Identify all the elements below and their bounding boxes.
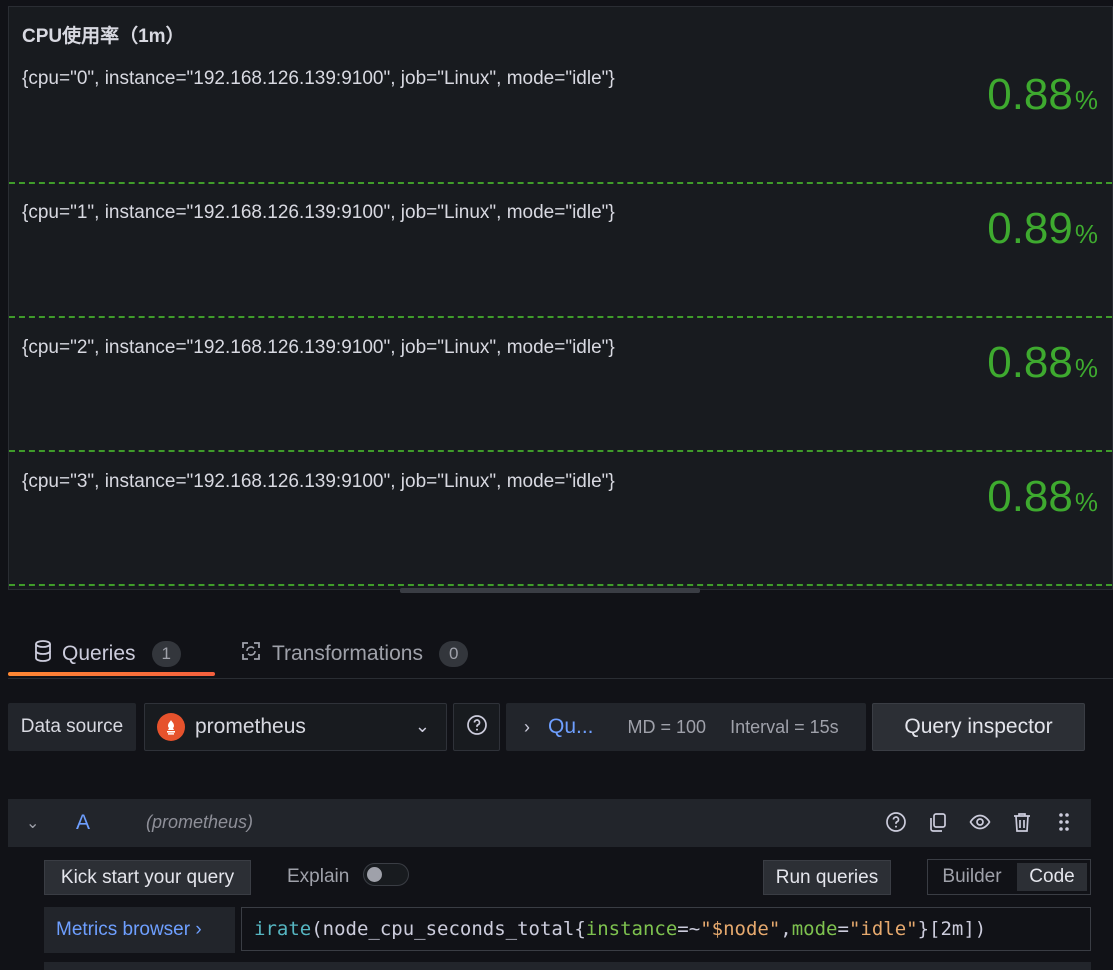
stat-value: 0.88% [987, 338, 1098, 387]
transformations-count-badge: 0 [438, 641, 469, 667]
panel-resize-handle[interactable] [400, 588, 700, 593]
chevron-down-icon: ⌄ [414, 716, 430, 736]
series-label: {cpu="3", instance="192.168.126.139:9100… [22, 471, 615, 492]
metrics-browser-button[interactable]: Metrics browser › [44, 907, 235, 953]
explain-label: Explain [287, 866, 350, 887]
query-ref-id[interactable]: A [76, 811, 90, 835]
explain-toggle[interactable] [363, 863, 409, 886]
stat-row: {cpu="0", instance="192.168.126.139:9100… [9, 50, 1112, 184]
series-label: {cpu="2", instance="192.168.126.139:9100… [22, 337, 615, 358]
help-icon[interactable] [885, 811, 907, 833]
query-options-toggle[interactable]: › Qu... MD = 100 Interval = 15s [506, 703, 866, 751]
code-mode-button[interactable]: Code [1017, 863, 1087, 891]
query-expression-input[interactable]: irate(node_cpu_seconds_total{instance =~ "… [241, 907, 1091, 951]
builder-mode-button[interactable]: Builder [931, 863, 1013, 891]
query-row-header: ⌄ A (prometheus) [8, 799, 1091, 847]
database-icon [34, 640, 52, 668]
editor-tabs: Queries 1 Transformations 0 [8, 630, 1113, 679]
tab-queries-label: Queries [62, 642, 136, 665]
datasource-label: Data source [8, 703, 136, 751]
trash-icon[interactable] [1011, 811, 1033, 833]
editor-bottom-strip [44, 962, 1091, 970]
stat-value: 0.88% [987, 70, 1098, 119]
query-datasource-name: (prometheus) [146, 812, 254, 832]
chevron-right-icon: › [524, 716, 530, 737]
series-label: {cpu="0", instance="192.168.126.139:9100… [22, 68, 615, 89]
tab-transformations[interactable]: Transformations 0 [240, 630, 469, 678]
datasource-name: prometheus [195, 715, 306, 738]
stat-row: {cpu="3", instance="192.168.126.139:9100… [9, 452, 1112, 586]
collapse-chevron-icon[interactable]: ⌄ [26, 813, 39, 833]
queries-count-badge: 1 [151, 641, 181, 667]
datasource-help-button[interactable] [453, 703, 500, 751]
query-options-label: Qu... [548, 715, 594, 738]
tab-queries[interactable]: Queries 1 [34, 630, 181, 678]
stat-value: 0.88% [987, 472, 1098, 521]
datasource-picker[interactable]: prometheus ⌄ [144, 703, 447, 751]
stat-row: {cpu="2", instance="192.168.126.139:9100… [9, 318, 1112, 452]
active-tab-indicator [8, 672, 215, 676]
tab-transformations-label: Transformations [272, 642, 423, 665]
duplicate-icon[interactable] [927, 811, 949, 833]
stat-value: 0.89% [987, 204, 1098, 253]
kick-start-button[interactable]: Kick start your query [44, 860, 251, 895]
series-label: {cpu="1", instance="192.168.126.139:9100… [22, 202, 615, 223]
query-inspector-button[interactable]: Query inspector [872, 703, 1085, 751]
panel-title: CPU使用率（1m） [22, 26, 185, 47]
max-data-points: MD = 100 [627, 716, 707, 737]
drag-handle-icon[interactable] [1053, 811, 1075, 833]
stat-row: {cpu="1", instance="192.168.126.139:9100… [9, 184, 1112, 318]
prometheus-logo-icon [157, 713, 185, 741]
help-icon [466, 714, 488, 741]
stat-panel: CPU使用率（1m） {cpu="0", instance="192.168.1… [8, 6, 1113, 590]
query-row-actions [885, 811, 1075, 833]
editor-mode-switch: Builder Code [927, 859, 1091, 895]
transform-icon [240, 640, 262, 668]
eye-icon[interactable] [969, 811, 991, 833]
run-queries-button[interactable]: Run queries [763, 860, 891, 895]
interval: Interval = 15s [730, 716, 839, 737]
